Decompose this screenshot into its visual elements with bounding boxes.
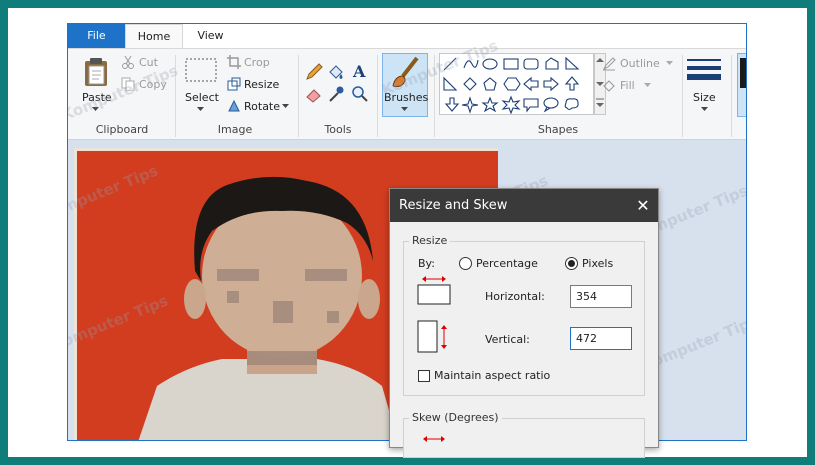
resize-skew-dialog: Resize and Skew ✕ Resize By: Percentage …: [389, 188, 659, 458]
svg-text:A: A: [352, 62, 366, 80]
size-icon[interactable]: [687, 57, 721, 81]
magnifier-icon[interactable]: [351, 85, 369, 103]
ribbon-tabs: File Home View: [68, 24, 746, 48]
skew-legend: Skew (Degrees): [409, 411, 502, 424]
skew-horizontal-icon: [423, 436, 445, 442]
resize-icon[interactable]: [227, 77, 241, 91]
vertical-label: Vertical:: [485, 333, 530, 346]
pixels-radio[interactable]: [565, 257, 578, 270]
image-group-label: Image: [217, 123, 253, 136]
fill-button[interactable]: Fill: [620, 79, 635, 92]
select-icon[interactable]: [185, 58, 217, 82]
crop-icon[interactable]: [227, 55, 241, 69]
close-icon[interactable]: ✕: [628, 189, 658, 222]
resize-button[interactable]: Resize: [244, 78, 279, 91]
tools-group-label: Tools: [324, 123, 352, 136]
dialog-title: Resize and Skew: [399, 198, 508, 213]
percentage-radio[interactable]: [459, 257, 472, 270]
select-button[interactable]: Select: [185, 91, 219, 104]
fill-icon[interactable]: [602, 79, 616, 93]
horizontal-input[interactable]: 354: [570, 285, 632, 308]
brushes-dropdown-icon[interactable]: [401, 107, 408, 112]
fill-bucket-icon[interactable]: [327, 63, 345, 81]
colors-button[interactable]: [737, 53, 746, 117]
clipboard-group-label: Clipboard: [95, 123, 149, 136]
tab-view[interactable]: View: [183, 24, 238, 48]
rotate-button[interactable]: Rotate: [244, 100, 280, 113]
crop-button[interactable]: Crop: [244, 56, 270, 69]
separator: [298, 55, 299, 137]
paste-icon[interactable]: [82, 57, 112, 87]
tab-home[interactable]: Home: [125, 24, 183, 48]
vertical-resize-icon: [417, 320, 447, 353]
horizontal-label: Horizontal:: [485, 290, 545, 303]
color-picker-icon[interactable]: [327, 85, 345, 103]
tab-file[interactable]: File: [68, 24, 125, 48]
outline-button[interactable]: Outline: [620, 57, 660, 70]
horizontal-resize-icon: [417, 276, 451, 305]
separator: [731, 55, 732, 137]
outline-icon[interactable]: [602, 57, 616, 71]
vertical-input[interactable]: 472: [570, 327, 632, 350]
pixels-label[interactable]: Pixels: [582, 257, 613, 270]
outline-dropdown-icon[interactable]: [666, 61, 673, 66]
rotate-dropdown-icon[interactable]: [282, 104, 289, 109]
text-icon[interactable]: A: [351, 62, 369, 80]
maintain-aspect-label[interactable]: Maintain aspect ratio: [434, 369, 550, 382]
pencil-icon[interactable]: [305, 63, 323, 81]
rotate-icon[interactable]: [227, 98, 241, 112]
select-dropdown-icon[interactable]: [197, 107, 204, 112]
separator: [682, 55, 683, 137]
maintain-aspect-checkbox[interactable]: [418, 370, 430, 382]
resize-legend: Resize: [409, 234, 451, 247]
dialog-titlebar: Resize and Skew ✕: [390, 189, 658, 222]
size-dropdown-icon[interactable]: [701, 107, 708, 112]
eraser-icon[interactable]: [305, 85, 323, 103]
cut-icon[interactable]: [121, 55, 135, 69]
size-button[interactable]: Size: [693, 91, 716, 104]
cut-button[interactable]: Cut: [139, 56, 158, 69]
percentage-label[interactable]: Percentage: [476, 257, 538, 270]
separator: [377, 55, 378, 137]
by-label: By:: [418, 257, 435, 270]
shapes-group-label: Shapes: [537, 123, 579, 136]
fill-dropdown-icon[interactable]: [644, 83, 651, 88]
